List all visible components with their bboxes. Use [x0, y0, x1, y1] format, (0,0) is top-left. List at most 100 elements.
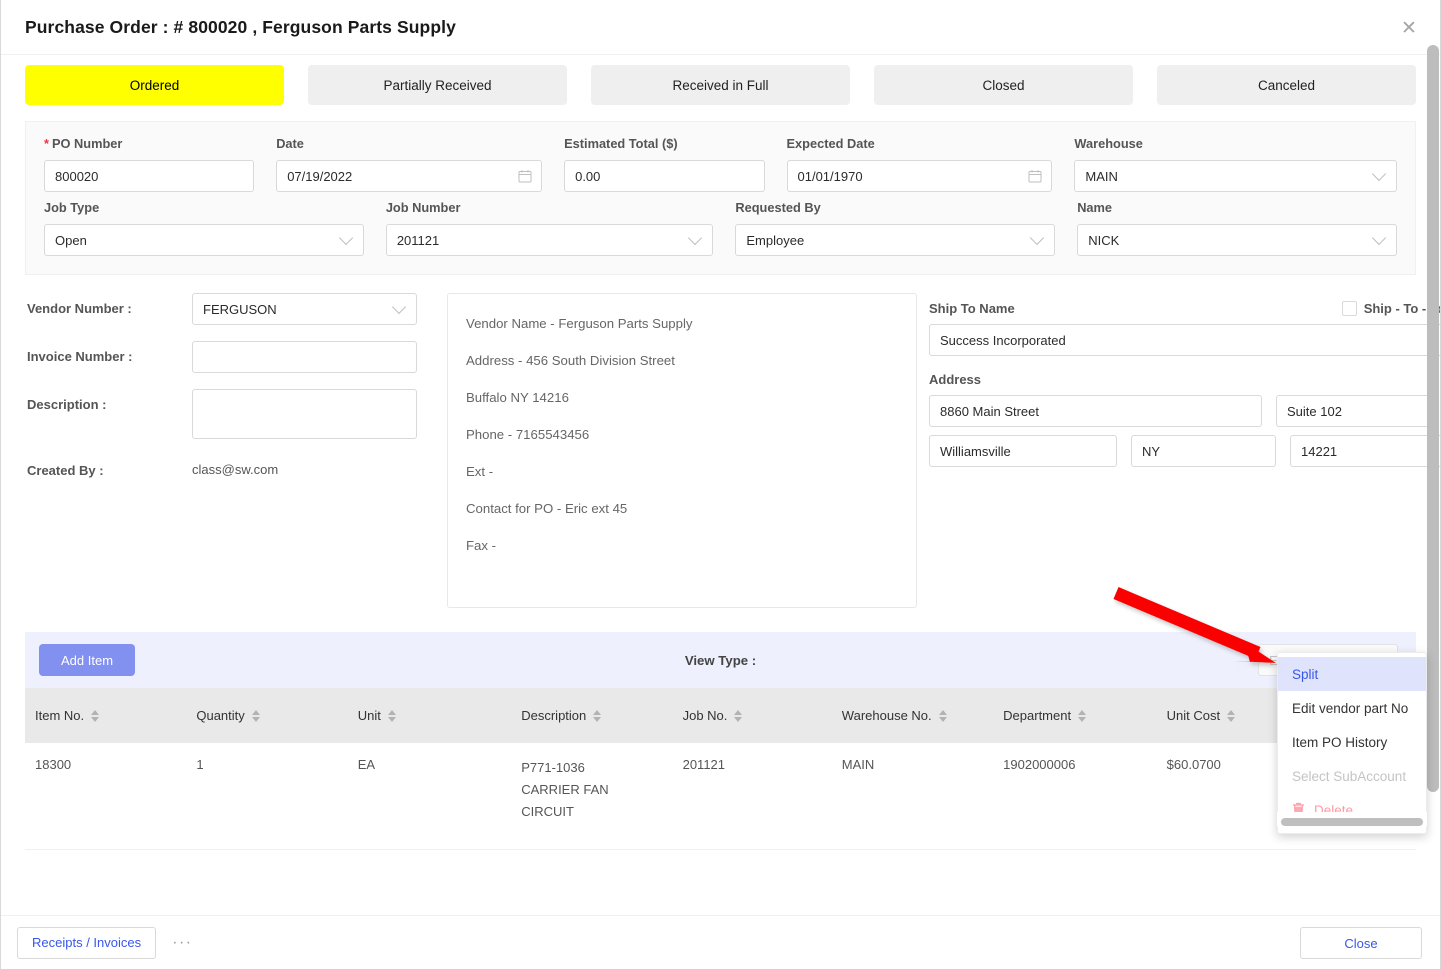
row-description: Description :	[27, 389, 425, 439]
calendar-icon[interactable]	[518, 169, 532, 183]
col-unit-cost[interactable]: Unit Cost	[1156, 688, 1292, 743]
vendor-contact-line: Contact for PO - Eric ext 45	[466, 501, 628, 516]
footer-more-button[interactable]: ···	[172, 934, 192, 952]
context-menu-horizontal-scrollbar[interactable]	[1281, 818, 1423, 826]
ship-to-name-value: Success Incorporated	[940, 332, 1066, 348]
sort-icon[interactable]	[1078, 709, 1087, 722]
city-value: Williamsville	[940, 443, 1011, 459]
items-table-head: Item No. Quantity Unit Description Job N…	[25, 688, 1416, 743]
street-value: 8860 Main Street	[940, 403, 1040, 419]
col-department[interactable]: Department	[993, 688, 1157, 743]
items-table-body: 18300 1 EA P771-1036 CARRIER FAN CIRCUIT…	[25, 743, 1416, 850]
ship-to-section: Ship To Name Ship - To - Job Success Inc…	[929, 293, 1440, 608]
date-value: 07/19/2022	[287, 168, 353, 184]
ship-to-name-input[interactable]: Success Incorporated	[929, 324, 1440, 356]
po-form-row-1: * PO Number 800020 Date 07/19/2022 Estima…	[44, 136, 1398, 192]
modal-footer: Receipts / Invoices ··· Close	[1, 915, 1440, 969]
add-item-button[interactable]: Add Item	[39, 644, 136, 676]
ship-to-job-toggle[interactable]: Ship - To - Job	[1341, 301, 1440, 316]
col-warehouse-no[interactable]: Warehouse No.	[831, 688, 994, 743]
requested-by-label: Requested By	[735, 200, 821, 215]
modal-header: Purchase Order : # 800020 , Ferguson Par…	[1, 0, 1440, 55]
tab-received-in-full[interactable]: Received in Full	[591, 65, 850, 105]
sort-icon[interactable]	[593, 709, 602, 722]
date-input[interactable]: 07/19/2022	[276, 160, 543, 192]
estimated-total-value: 0.00	[575, 168, 601, 184]
suite-input[interactable]: Suite 102	[1276, 395, 1439, 427]
job-type-value: Open	[55, 232, 87, 248]
sort-icon[interactable]	[251, 709, 260, 722]
col-unit[interactable]: Unit	[347, 688, 512, 743]
tab-canceled[interactable]: Canceled	[1157, 65, 1416, 105]
col-item-no[interactable]: Item No.	[25, 688, 187, 743]
sort-icon[interactable]	[734, 709, 743, 722]
state-input[interactable]: NY	[1131, 435, 1276, 467]
context-menu-item-edit-vendor-part-no[interactable]: Edit vendor part No	[1278, 691, 1426, 725]
col-quantity[interactable]: Quantity	[186, 688, 348, 743]
context-menu-item-item-po-history[interactable]: Item PO History	[1278, 725, 1426, 759]
street-input[interactable]: 8860 Main Street	[929, 395, 1262, 427]
page-title: Purchase Order : # 800020 , Ferguson Par…	[25, 16, 456, 37]
po-header-form: * PO Number 800020 Date 07/19/2022 Estima…	[25, 121, 1416, 275]
zip-value: 14221	[1301, 443, 1338, 459]
field-name: Name NICK	[1077, 200, 1397, 256]
calendar-icon[interactable]	[1028, 169, 1042, 183]
tab-ordered[interactable]: Ordered	[25, 65, 284, 105]
sort-icon[interactable]	[91, 709, 100, 722]
status-tab-bar: Ordered Partially Received Received in F…	[25, 65, 1416, 105]
context-menu-item-select-subaccount: Select SubAccount	[1292, 768, 1407, 784]
vertical-scrollbar-thumb[interactable]	[1427, 45, 1439, 792]
name-label: Name	[1077, 200, 1113, 215]
invoice-number-input[interactable]	[192, 341, 417, 373]
receipts-invoices-button[interactable]: Receipts / Invoices	[17, 926, 157, 959]
po-number-input[interactable]: 800020	[44, 160, 255, 192]
field-expected-date: Expected Date 01/01/1970	[786, 136, 1053, 192]
sort-icon[interactable]	[938, 709, 947, 722]
cell-unit-cost: $60.0700	[1156, 743, 1292, 850]
city-input[interactable]: Williamsville	[929, 435, 1117, 467]
expected-date-input[interactable]: 01/01/1970	[786, 160, 1053, 192]
sort-icon[interactable]	[1227, 709, 1236, 722]
job-number-select[interactable]: 201121	[385, 224, 714, 256]
vendor-number-value: FERGUSON	[203, 301, 277, 317]
row-vendor-number: Vendor Number : FERGUSON	[27, 293, 425, 325]
cell-item-no: 18300	[25, 743, 187, 850]
items-toolbar: Add Item View Type : Expected Cost	[25, 632, 1416, 688]
view-type-group: View Type :	[685, 653, 756, 668]
description-input[interactable]	[192, 389, 417, 439]
required-asterisk: *	[44, 136, 49, 151]
vendor-name-line: Vendor Name - Ferguson Parts Supply	[466, 316, 693, 331]
suite-value: Suite 102	[1287, 403, 1342, 419]
tab-partially-received[interactable]: Partially Received	[308, 65, 567, 105]
warehouse-select[interactable]: MAIN	[1074, 160, 1398, 192]
close-icon[interactable]: ✕	[1395, 14, 1423, 42]
ship-address-label: Address	[929, 372, 982, 387]
zip-input[interactable]: 14221	[1290, 435, 1440, 467]
warehouse-label: Warehouse	[1074, 136, 1143, 151]
vendor-phone-line: Phone - 7165543456	[466, 427, 590, 442]
vendor-number-select[interactable]: FERGUSON	[192, 293, 417, 325]
purchase-order-modal: Purchase Order : # 800020 , Ferguson Par…	[0, 0, 1441, 969]
ship-to-job-checkbox[interactable]	[1341, 301, 1357, 316]
close-button[interactable]: Close	[1300, 927, 1422, 959]
requested-by-select[interactable]: Employee	[735, 224, 1056, 256]
sort-icon[interactable]	[387, 709, 396, 722]
description-line-3: CIRCUIT	[521, 804, 574, 819]
vertical-scrollbar[interactable]	[1427, 45, 1439, 792]
chevron-down-icon	[1371, 230, 1387, 246]
tab-closed[interactable]: Closed	[874, 65, 1133, 105]
items-table: Item No. Quantity Unit Description Job N…	[25, 688, 1416, 850]
expected-date-value: 01/01/1970	[797, 168, 863, 184]
field-job-type: Job Type Open	[44, 200, 364, 256]
modal-body: Ordered Partially Received Received in F…	[1, 55, 1440, 915]
field-date: Date 07/19/2022	[276, 136, 543, 192]
vendor-citystate-line: Buffalo NY 14216	[466, 390, 569, 405]
estimated-total-input[interactable]: 0.00	[564, 160, 765, 192]
job-type-select[interactable]: Open	[44, 224, 364, 256]
context-menu-item-split[interactable]: Split	[1278, 657, 1426, 691]
col-description[interactable]: Description	[511, 688, 673, 743]
table-row[interactable]: 18300 1 EA P771-1036 CARRIER FAN CIRCUIT…	[25, 743, 1416, 850]
name-select[interactable]: NICK	[1077, 224, 1397, 256]
col-job-no[interactable]: Job No.	[672, 688, 832, 743]
created-by-value: class@sw.com	[192, 462, 279, 477]
